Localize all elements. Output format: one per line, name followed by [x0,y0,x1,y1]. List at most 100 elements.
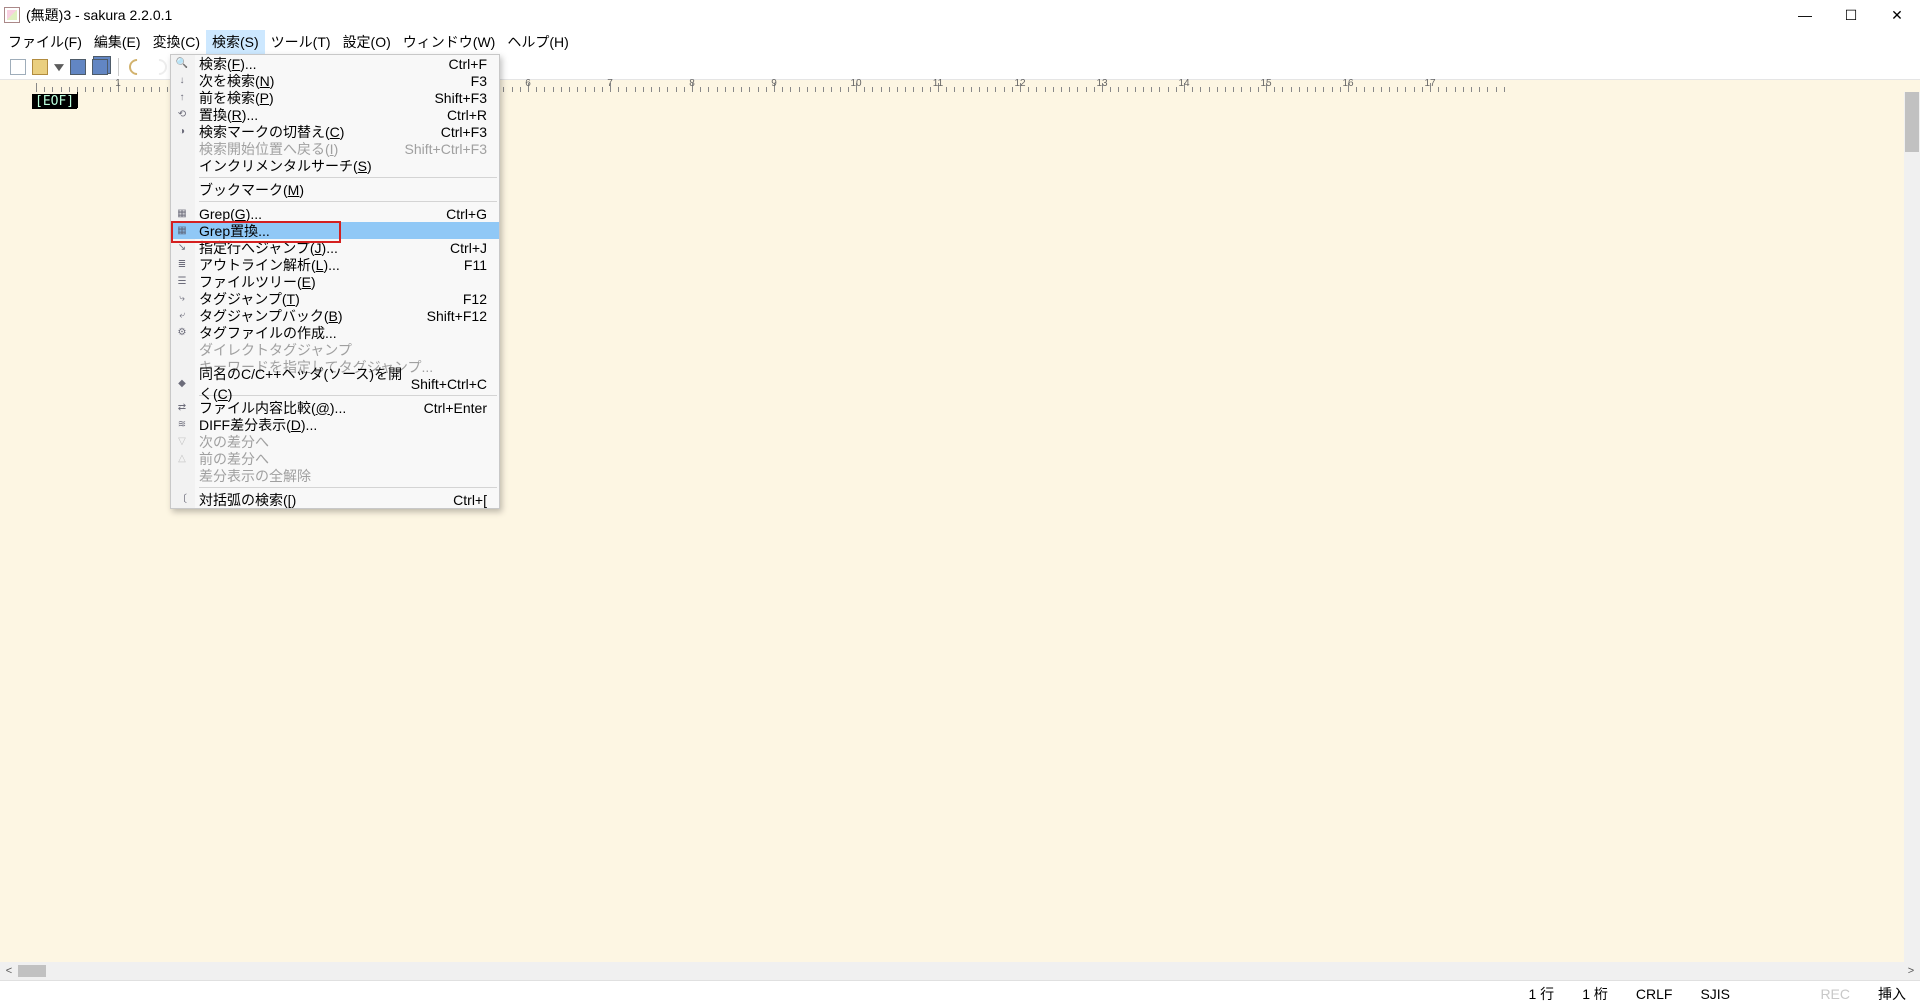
menu-search[interactable]: 検索(S) [206,30,265,54]
dropdown-icon[interactable] [54,59,64,75]
status-rec: REC [1806,986,1864,1002]
save-all-icon[interactable] [92,59,108,75]
menu-item-replace[interactable]: ⟲置換(R)...Ctrl+R [171,106,499,123]
menu-item-shortcut: Shift+Ctrl+F3 [405,141,499,157]
tree-icon: ☰ [175,275,189,289]
minimize-button[interactable]: — [1782,0,1828,30]
menu-item-file-tree[interactable]: ☰ファイルツリー(E) [171,273,499,290]
diff-next-icon: ▽ [175,435,189,449]
undo-icon[interactable] [126,55,149,78]
cpp-icon: ◆ [175,377,189,391]
menu-item-prev-diff: △前の差分へ [171,450,499,467]
ruler-label-6: 6 [525,78,531,89]
menu-item-jump-line[interactable]: ↘指定行へジャンプ(J)...Ctrl+J [171,239,499,256]
menu-item-direct-tag: ダイレクトタグジャンプ [171,341,499,358]
ruler-label-7: 7 [607,78,613,89]
menu-separator [199,177,497,178]
ruler-label-1: 1 [115,78,121,89]
ruler-label-9: 9 [771,78,777,89]
status-insert-mode: 挿入 [1864,984,1920,1004]
menu-file[interactable]: ファイル(F) [2,30,88,54]
ruler-label-14: 14 [1178,78,1189,89]
ruler-label-12: 12 [1014,78,1025,89]
menu-item-shortcut: Shift+F12 [427,308,499,324]
menu-item-find-next[interactable]: ↓次を検索(N)F3 [171,72,499,89]
grep-icon: ▦ [175,207,189,221]
maximize-button[interactable]: ☐ [1828,0,1874,30]
menu-item-label: 差分表示の全解除 [199,466,487,486]
menu-help[interactable]: ヘルプ(H) [501,30,574,54]
menu-item-grep[interactable]: ▦Grep(G)...Ctrl+G [171,205,499,222]
redo-icon[interactable] [148,55,171,78]
outline-icon: ≣ [175,258,189,272]
ruler-label-11: 11 [933,78,943,89]
menu-tools[interactable]: ツール(T) [265,30,337,54]
compare-icon: ⇄ [175,401,189,415]
vertical-scrollbar[interactable] [1904,92,1920,980]
menu-item-outline[interactable]: ≣アウトライン解析(L)...F11 [171,256,499,273]
vertical-scrollbar-thumb[interactable] [1905,92,1919,152]
scroll-left-arrow[interactable]: < [0,962,18,980]
menu-item-incremental[interactable]: インクリメンタルサーチ(S) [171,157,499,174]
menu-separator [199,487,497,488]
blank-icon [175,469,189,483]
menu-item-shortcut: Shift+F3 [434,90,499,106]
new-file-icon[interactable] [10,59,26,75]
mark-icon: ◑ [175,125,189,139]
menu-window[interactable]: ウィンドウ(W) [397,30,502,54]
menu-convert[interactable]: 変換(C) [147,30,206,54]
toolbar-separator [118,58,119,76]
open-file-icon[interactable] [32,59,48,75]
menu-item-tag-jump-back[interactable]: ⤶タグジャンプバック(B)Shift+F12 [171,307,499,324]
ruler-label-10: 10 [850,78,861,89]
blank-icon [175,343,189,357]
menu-item-shortcut: Ctrl+[ [453,492,499,508]
text-caret [77,92,78,108]
menu-item-open-cpp[interactable]: ◆同名のC/C++ヘッダ(ソース)を開く(C)Shift+Ctrl+C [171,375,499,392]
replace-icon: ⟲ [175,108,189,122]
blank-icon [175,142,189,156]
diff-icon: ≋ [175,418,189,432]
menu-item-file-compare[interactable]: ⇄ファイル内容比較(@)...Ctrl+Enter [171,399,499,416]
app-icon [4,7,20,23]
arrow-up-icon: ↑ [175,91,189,105]
menu-item-diff[interactable]: ≋DIFF差分表示(D)... [171,416,499,433]
menu-item-shortcut: Ctrl+F [449,56,500,72]
ruler-label-16: 16 [1342,78,1353,89]
bracket-icon: 〔 [175,493,189,507]
menu-item-bookmark[interactable]: ブックマーク(M) [171,181,499,198]
ruler-label-13: 13 [1096,78,1107,89]
menu-item-label: 対括弧の検索([) [199,490,453,510]
horizontal-scrollbar-track[interactable] [18,962,1902,980]
menu-item-shortcut: Shift+Ctrl+C [411,376,499,392]
menu-item-find[interactable]: 🔍検索(F)...Ctrl+F [171,55,499,72]
blank-icon [175,360,189,374]
eof-marker: [EOF] [32,94,77,109]
horizontal-scrollbar-thumb[interactable] [18,965,46,977]
menu-item-tag-jump[interactable]: ⤷タグジャンプ(T)F12 [171,290,499,307]
menubar: ファイル(F)編集(E)変換(C)検索(S)ツール(T)設定(O)ウィンドウ(W… [0,30,1920,54]
ruler-label-15: 15 [1260,78,1271,89]
menu-item-grep-replace[interactable]: ▦Grep置換... [171,222,499,239]
menu-item-toggle-mark[interactable]: ◑検索マークの切替え(C)Ctrl+F3 [171,123,499,140]
menu-item-bracket[interactable]: 〔対括弧の検索([)Ctrl+[ [171,491,499,508]
blank-icon [175,183,189,197]
menu-item-label: Grep(G)... [199,206,446,222]
menu-edit[interactable]: 編集(E) [88,30,147,54]
status-encoding: SJIS [1686,986,1806,1002]
statusbar: 1 行 1 桁 CRLF SJIS REC 挿入 [0,980,1920,1006]
ruler-label-8: 8 [689,78,695,89]
menu-settings[interactable]: 設定(O) [337,30,397,54]
menu-item-make-tag[interactable]: ⚙タグファイルの作成... [171,324,499,341]
menu-item-shortcut: Ctrl+R [447,107,499,123]
close-button[interactable]: ✕ [1874,0,1920,30]
blank-icon [175,159,189,173]
horizontal-scrollbar[interactable]: < > [0,962,1920,980]
diff-prev-icon: △ [175,452,189,466]
menu-item-shortcut: F11 [464,257,499,273]
menu-item-find-prev[interactable]: ↑前を検索(P)Shift+F3 [171,89,499,106]
menu-item-return-start: 検索開始位置へ戻る(I)Shift+Ctrl+F3 [171,140,499,157]
menu-item-shortcut: Ctrl+F3 [441,124,499,140]
save-icon[interactable] [70,59,86,75]
scroll-right-arrow[interactable]: > [1902,962,1920,980]
